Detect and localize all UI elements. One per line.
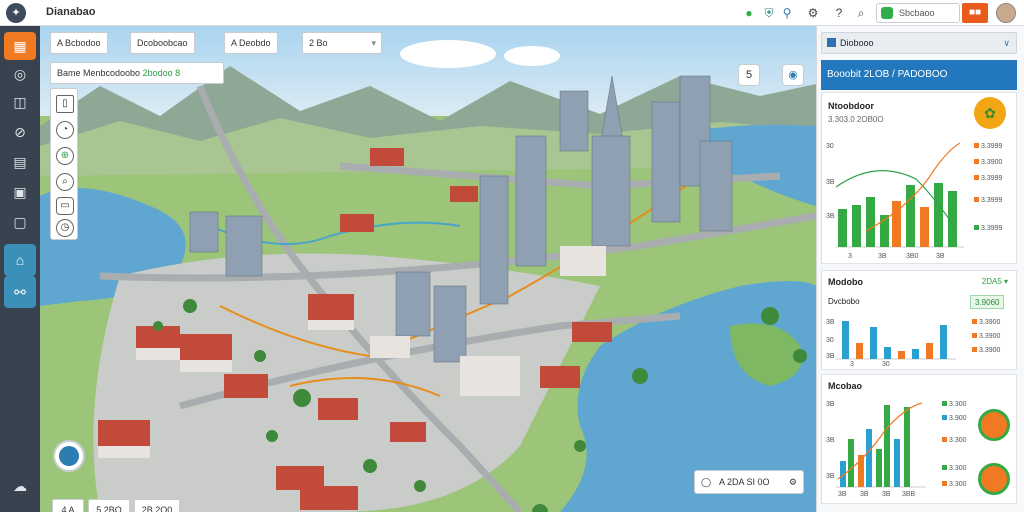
sidebar-item-cloud[interactable]: ☁ <box>4 472 36 500</box>
filter-chip-3[interactable]: A Deobdo <box>224 32 278 54</box>
sidebar-item-compass[interactable]: ⊘ <box>4 118 36 146</box>
chat-tool-icon[interactable]: ▭ <box>56 197 74 215</box>
bookmark-tool-icon[interactable]: ▯ <box>56 95 74 113</box>
module-dropdown[interactable]: 2DA5 ▾ <box>982 277 1008 286</box>
map-canvas <box>40 26 816 512</box>
metrics-donut-2 <box>978 463 1010 495</box>
app-title: Dianabao <box>46 6 96 18</box>
filter-chip-2[interactable]: Dcoboobcao <box>130 32 195 54</box>
metrics-card: Mcobao 3B 3B 3B 3B 3B 3B 3BB 3.300 3.900… <box>821 374 1017 504</box>
map-search-line[interactable]: Bame Menbcodoobo 2bodoo 8 <box>50 62 224 84</box>
search-tool-icon[interactable]: ⌕ <box>56 173 74 191</box>
panel-header-icon <box>827 38 836 47</box>
route-icon: ⚯ <box>14 284 26 300</box>
app-logo-icon[interactable]: ✦ <box>6 3 26 23</box>
search-doc-icon: ▣ <box>13 184 27 200</box>
language-flag-button[interactable]: ■■ <box>962 3 988 23</box>
module-chart <box>836 321 956 360</box>
cloud-icon: ☁ <box>13 478 27 494</box>
layers-icon: ◫ <box>13 94 27 110</box>
sidebar-item-calendar[interactable]: ▦ <box>4 32 36 60</box>
calendar-icon: ▦ <box>13 38 27 54</box>
clock-tool-icon[interactable]: ◷ <box>56 219 74 237</box>
sidebar-item-layers[interactable]: ◫ <box>4 88 36 116</box>
metrics-donut-1 <box>978 409 1010 441</box>
sidebar-item-search-doc[interactable]: ▣ <box>4 178 36 206</box>
my-location-button[interactable] <box>53 440 85 472</box>
metrics-chart <box>836 402 926 488</box>
sidebar-item-route[interactable]: ⚯ <box>4 276 36 308</box>
collapse-chevron-icon[interactable]: ∨ <box>1003 33 1010 53</box>
globe-icon: ◎ <box>13 66 27 82</box>
left-sidebar: ▦ ◎ ◫ ⊘ ▤ ▣ ▢ ⌂ ⚯ ☁ <box>0 26 40 512</box>
overview-status-icon: ✿ <box>974 97 1006 129</box>
filter-chip-1[interactable]: A Bcbodoo <box>50 32 108 54</box>
map-tool-palette: ▯ ◔ ⊕ ⌕ ▭ ◷ <box>50 88 78 240</box>
settings-small-icon[interactable]: ⚙ <box>789 471 797 493</box>
pin-icon[interactable]: ⚲ <box>778 4 796 22</box>
top-search-field[interactable]: Sbcbaoo <box>876 3 960 23</box>
user-avatar[interactable] <box>996 3 1016 23</box>
overview-chart <box>836 142 964 248</box>
compass-icon: ⊘ <box>14 124 26 140</box>
sidebar-item-document[interactable]: ▤ <box>4 148 36 176</box>
location-icon <box>59 446 79 466</box>
settings-icon[interactable]: ⚙ <box>804 4 822 22</box>
map-icon: ⌂ <box>15 252 25 268</box>
shield-icon[interactable]: ⛨ <box>760 4 778 22</box>
module-card: Modobo 2DA5 ▾ Dvcbobo 3.9060 3B 30 3B 3 … <box>821 270 1017 370</box>
layers-toggle-icon[interactable]: ◉ <box>782 64 804 86</box>
filter-dropdown[interactable]: 2 Bo ▾ <box>302 32 382 54</box>
top-bar: ✦ Dianabao ● ⛨ ⚲ ⚙ ? ⌕ Sbcbaoo ■■ <box>0 0 1024 26</box>
scale-label-3: 2B 2O0 <box>134 499 180 512</box>
sidebar-item-map[interactable]: ⌂ <box>4 244 36 276</box>
city-map-view[interactable]: A Bcbodoo Dcoboobcao A Deobdo 2 Bo ▾ Bame… <box>40 26 816 512</box>
scale-label-1: 4 A <box>52 499 84 512</box>
help-icon[interactable]: ? <box>830 4 848 22</box>
zoom-level-button[interactable]: 5 <box>738 64 760 86</box>
analytics-panel: Diobooo ∨ Booobit 2LOB / PADOBOO Ntoobdo… <box>816 26 1024 512</box>
overview-card: Ntoobdoor 3.303.0 2OB0O ✿ 30 3B 3B 3 3B … <box>821 92 1017 264</box>
scale-label-2: 5 2BO <box>88 499 130 512</box>
target-tool-icon[interactable]: ⊕ <box>56 147 74 165</box>
module-badge: 3.9060 <box>970 295 1005 309</box>
document-icon: ▤ <box>13 154 27 170</box>
map-status-bar: ◯ A 2DA SI 0O ⚙ <box>694 470 804 494</box>
search-status-icon <box>881 7 893 19</box>
notification-icon[interactable]: ● <box>740 4 758 22</box>
search-icon[interactable]: ⌕ <box>852 4 870 22</box>
chevron-down-icon: ▾ <box>371 38 376 48</box>
measure-tool-icon[interactable]: ◔ <box>56 121 74 139</box>
sidebar-item-globe[interactable]: ◎ <box>4 60 36 88</box>
info-icon: ◯ <box>701 477 712 487</box>
panel-banner: Booobit 2LOB / PADOBOO <box>821 60 1017 90</box>
panel-header[interactable]: Diobooo ∨ <box>821 32 1017 54</box>
clipboard-icon: ▢ <box>13 214 27 230</box>
sidebar-item-clipboard[interactable]: ▢ <box>4 208 36 236</box>
